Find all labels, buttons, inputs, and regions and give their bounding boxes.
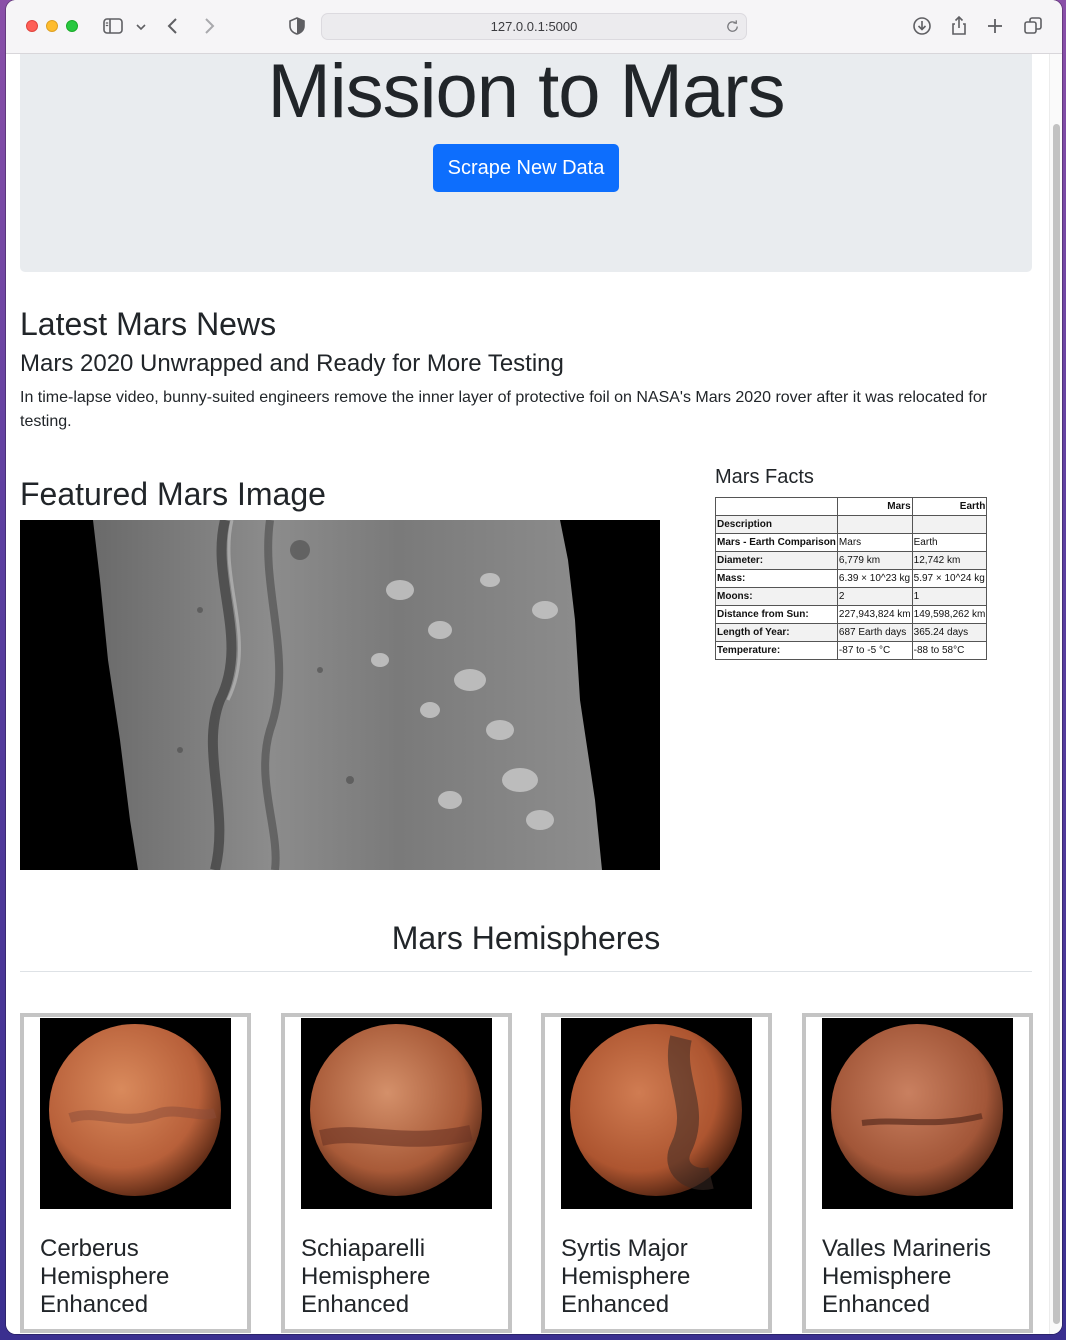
zoom-window-button[interactable] xyxy=(66,20,78,32)
table-row: Diameter: 6,779 km 12,742 km xyxy=(715,551,988,570)
table-row: Mass: 6.39 × 10^23 kg 5.97 × 10^24 kg xyxy=(715,569,988,588)
facts-col-header: Mars xyxy=(836,497,913,516)
scrape-new-data-button[interactable]: Scrape New Data xyxy=(433,144,619,192)
hemisphere-card[interactable]: Schiaparelli Hemisphere Enhanced xyxy=(281,1013,512,1333)
hemisphere-image[interactable] xyxy=(561,1018,752,1209)
hemisphere-card[interactable]: Syrtis Major Hemisphere Enhanced xyxy=(541,1013,772,1333)
back-icon[interactable] xyxy=(162,15,184,37)
download-icon[interactable] xyxy=(911,15,933,37)
mars-facts-table: Mars Earth Description Mars - Earth Comp… xyxy=(715,497,988,660)
facts-col-header xyxy=(715,497,838,516)
row-label: Mass: xyxy=(715,569,838,588)
chevron-down-icon[interactable] xyxy=(130,15,146,37)
shield-icon[interactable] xyxy=(286,15,308,37)
facts-col-header: Earth xyxy=(911,497,988,516)
address-bar[interactable]: 127.0.0.1:5000 xyxy=(321,13,747,40)
table-row: Description xyxy=(715,515,988,534)
mars-value: 2 xyxy=(836,587,913,606)
tab-overview-icon[interactable] xyxy=(1022,15,1044,37)
mars-value xyxy=(836,515,913,534)
hemisphere-image[interactable] xyxy=(301,1018,492,1209)
row-label: Temperature: xyxy=(715,641,838,660)
row-label: Mars - Earth Comparison xyxy=(715,533,838,552)
news-title: Mars 2020 Unwrapped and Ready for More T… xyxy=(20,350,564,377)
table-row: Mars - Earth Comparison Mars Earth xyxy=(715,533,988,552)
scrollbar-thumb[interactable] xyxy=(1053,124,1060,1324)
page-content: Mission to Mars Scrape New Data Latest M… xyxy=(6,54,1049,1334)
new-tab-icon[interactable] xyxy=(984,15,1006,37)
earth-value: 1 xyxy=(911,587,988,606)
facts-heading: Mars Facts xyxy=(715,466,814,488)
earth-value: 149,598,262 km xyxy=(911,605,988,624)
url-text: 127.0.0.1:5000 xyxy=(490,19,578,34)
row-label: Description xyxy=(715,515,838,534)
featured-image-heading: Featured Mars Image xyxy=(20,476,326,512)
earth-value: Earth xyxy=(911,533,988,552)
share-icon[interactable] xyxy=(948,15,970,37)
earth-value: 5.97 × 10^24 kg xyxy=(911,569,988,588)
row-label: Length of Year: xyxy=(715,623,838,642)
facts-header-row: Mars Earth xyxy=(715,497,988,516)
featured-mars-image[interactable] xyxy=(20,520,660,870)
row-label: Diameter: xyxy=(715,551,838,570)
hemisphere-card[interactable]: Valles Marineris Hemisphere Enhanced xyxy=(802,1013,1033,1333)
forward-icon[interactable] xyxy=(198,15,220,37)
page-title: Mission to Mars xyxy=(267,54,785,134)
hemispheres-heading: Mars Hemispheres xyxy=(391,920,661,956)
browser-window: 127.0.0.1:5000 Mission to Mars Scrape Ne… xyxy=(6,0,1062,1334)
vertical-scrollbar[interactable] xyxy=(1049,54,1062,1334)
mars-value: -87 to -5 °C xyxy=(836,641,913,660)
hemisphere-title: Valles Marineris Hemisphere Enhanced xyxy=(822,1235,991,1318)
hemisphere-image[interactable] xyxy=(40,1018,231,1209)
earth-value: 12,742 km xyxy=(911,551,988,570)
hemisphere-title: Schiaparelli Hemisphere Enhanced xyxy=(301,1235,431,1318)
table-row: Moons: 2 1 xyxy=(715,587,988,606)
hemisphere-card[interactable]: Cerberus Hemisphere Enhanced xyxy=(20,1013,251,1333)
mars-value: 6.39 × 10^23 kg xyxy=(836,569,913,588)
close-window-button[interactable] xyxy=(26,20,38,32)
news-heading: Latest Mars News xyxy=(20,306,277,342)
earth-value xyxy=(911,515,988,534)
mars-value: 6,779 km xyxy=(836,551,913,570)
earth-value: -88 to 58°C xyxy=(911,641,988,660)
news-paragraph: In time-lapse video, bunny-suited engine… xyxy=(20,389,988,430)
divider xyxy=(20,971,1032,972)
reload-icon[interactable] xyxy=(725,19,740,34)
mars-value: 227,943,824 km xyxy=(836,605,913,624)
row-label: Distance from Sun: xyxy=(715,605,838,624)
jumbotron: Mission to Mars Scrape New Data xyxy=(20,54,1032,272)
browser-toolbar: 127.0.0.1:5000 xyxy=(6,0,1062,54)
table-row: Length of Year: 687 Earth days 365.24 days xyxy=(715,623,988,642)
mars-value: Mars xyxy=(836,533,913,552)
table-row: Temperature: -87 to -5 °C -88 to 58°C xyxy=(715,641,988,660)
table-row: Distance from Sun: 227,943,824 km 149,598,… xyxy=(715,605,988,624)
sidebar-icon[interactable] xyxy=(102,15,124,37)
hemisphere-image[interactable] xyxy=(822,1018,1013,1209)
minimize-window-button[interactable] xyxy=(46,20,58,32)
mars-value: 687 Earth days xyxy=(836,623,913,642)
hemisphere-title: Cerberus Hemisphere Enhanced xyxy=(40,1235,170,1318)
hemisphere-title: Syrtis Major Hemisphere Enhanced xyxy=(561,1235,691,1318)
earth-value: 365.24 days xyxy=(911,623,988,642)
row-label: Moons: xyxy=(715,587,838,606)
